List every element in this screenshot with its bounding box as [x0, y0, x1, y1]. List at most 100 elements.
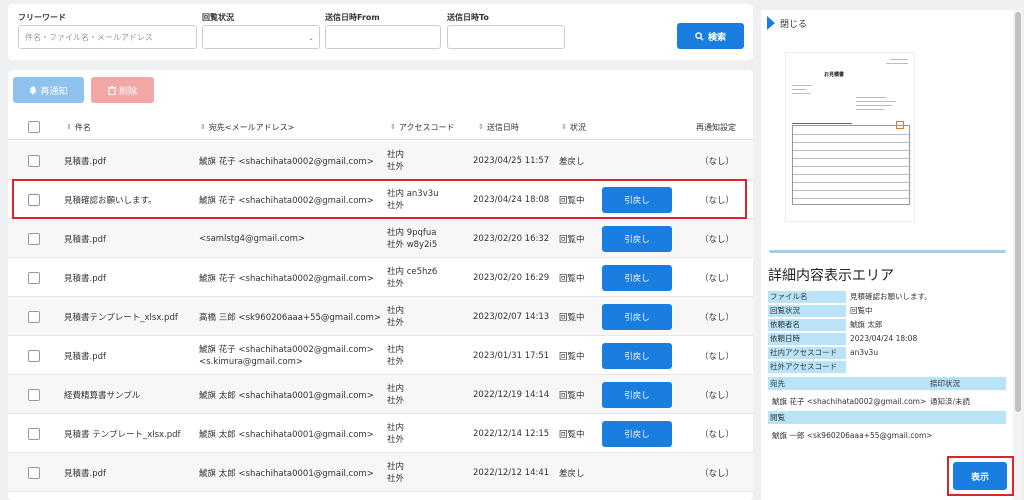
row-checkbox[interactable] [28, 427, 40, 440]
delete-button[interactable]: 削除 [91, 77, 154, 103]
close-button[interactable]: 閉じる [767, 16, 807, 30]
detail-key: 社外アクセスコード [768, 361, 846, 373]
document-preview[interactable]: お見積書 [785, 52, 915, 222]
scrollbar-thumb[interactable] [1015, 12, 1021, 412]
code-internal: 社内 9pqfua [387, 227, 437, 238]
col-status[interactable]: ⇕ 状況 [561, 114, 586, 140]
detail-value: 回覧中 [850, 306, 873, 315]
sent-at-cell: 2022/12/12 14:41 [473, 467, 550, 478]
table-row[interactable]: 経費精算書サンプル 鯱旗 太郎 <shachihata0001@gmail.com… [8, 375, 753, 414]
col-recipient[interactable]: ⇕ 宛先<メールアドレス> [200, 114, 294, 140]
recipient-cell: 鯱旗 花子 <shachihata0002@gmail.com> [199, 258, 374, 297]
pullback-button[interactable]: 引戻し [602, 342, 672, 369]
detail-row: 回覧状況 回覧中 [768, 305, 1006, 317]
table-row[interactable]: 見積書.pdf 鯱旗 花子 <shachihata0002@gmail.com> <… [8, 336, 753, 375]
recipient-text: 高橋 三郎 <sk960206aaa+55@gmail.com> [199, 312, 381, 323]
detail-key: 社内アクセスコード [768, 347, 846, 359]
pullback-button[interactable]: 引戻し [602, 264, 672, 291]
detail-value: 2023/04/24 18:08 [850, 334, 918, 343]
dest-header: 宛先 捺印状況 [768, 377, 1006, 390]
chevron-down-icon: ⌄ [308, 34, 314, 42]
table-row[interactable]: 見積書.pdf 鯱旗 花子 <shachihata0002@gmail.com> 社… [8, 258, 753, 297]
detail-value: an3v3u [850, 348, 879, 357]
table-header: ⇕ 件名 ⇕ 宛先<メールアドレス> ⇕ アクセスコード ⇕ 送信日時 ⇕ 状況 再通知設… [8, 114, 753, 140]
code-external: 社外 [387, 278, 405, 289]
code-external: 社外 [387, 161, 405, 172]
detail-value [846, 361, 850, 373]
from-date-text[interactable] [326, 26, 440, 48]
sent-at-cell: 2023/01/31 17:51 [473, 350, 550, 361]
list-panel: 再通知 削除 ⇕ 件名 ⇕ 宛先<メールアドレス> ⇕ アクセスコード ⇕ 送信日時 ⇕… [8, 70, 753, 500]
subject-cell: 見積書 テンプレート_xlsx.pdf [64, 429, 181, 440]
code-internal: 社内 [387, 383, 405, 394]
select-all-checkbox[interactable] [28, 121, 40, 133]
row-checkbox[interactable] [28, 271, 40, 284]
pullback-button[interactable]: 引戻し [602, 225, 672, 252]
close-label: 閉じる [780, 19, 808, 30]
recipient-cell: 鯱旗 太郎 <shachihata0001@gmail.com> [199, 375, 374, 414]
subject-cell: 見積書.pdf [64, 468, 106, 479]
status-cell: 回覧中 [559, 234, 585, 245]
table-row[interactable]: 見積書.pdf 鯱旗 太郎 <shachihata0001@gmail.com> 社… [8, 453, 753, 492]
status-cell: 回覧中 [559, 273, 585, 284]
to-label: 送信日時To [447, 13, 489, 22]
pullback-button[interactable]: 引戻し [602, 381, 672, 408]
status-cell: 回覧中 [559, 429, 585, 440]
sort-icon: ⇕ [478, 123, 484, 131]
row-checkbox[interactable] [28, 466, 40, 479]
freeword-field[interactable] [18, 25, 197, 49]
recipient-text: 鯱旗 花子 <shachihata0002@gmail.com> [199, 156, 374, 167]
pullback-button[interactable]: 引戻し [602, 303, 672, 330]
row-checkbox[interactable] [28, 310, 40, 323]
row-checkbox[interactable] [28, 349, 40, 362]
search-button[interactable]: 検索 [677, 23, 744, 49]
col-subject[interactable]: ⇕ 件名 [66, 114, 91, 140]
preview-scrollbar[interactable] [769, 250, 1006, 253]
row-checkbox[interactable] [28, 154, 40, 167]
table-row[interactable]: 見積書.pdf 鯱旗 花子 <shachihata0002@gmail.com> 社… [8, 141, 753, 180]
access-code-cell: 社内 社外 [387, 141, 404, 180]
pullback-button[interactable]: 引戻し [602, 420, 672, 447]
bell-icon [29, 86, 37, 95]
detail-row: 社外アクセスコード [768, 361, 1006, 373]
row-checkbox[interactable] [28, 232, 40, 245]
renotify-cell: （なし） [700, 234, 735, 245]
renotify-cell: （なし） [700, 351, 735, 362]
detail-row: 依頼日時 2023/04/24 18:08 [768, 333, 1006, 345]
sort-icon: ⇕ [390, 123, 396, 131]
col-sent-at[interactable]: ⇕ 送信日時 [478, 114, 519, 140]
delete-label: 削除 [118, 86, 137, 97]
recipient-cell: <samlstg4@gmail.com> [199, 219, 305, 258]
freeword-label: フリーワード [18, 13, 66, 22]
subject-cell: 見積書.pdf [64, 234, 106, 245]
code-external: 社外 [387, 473, 405, 484]
table-row[interactable]: 見積書テンプレート_xlsx.pdf 高橋 三郎 <sk960206aaa+55@… [8, 297, 753, 336]
search-panel: フリーワード 回覧状況 ⌄ 送信日時From 送信日時To 検索 [8, 4, 753, 60]
to-date-text[interactable] [448, 26, 564, 48]
detail-key: 回覧状況 [768, 305, 846, 317]
renotify-cell: （なし） [700, 156, 735, 167]
status-select[interactable]: ⌄ [202, 25, 320, 49]
table-row[interactable]: 見積書.pdf <samlstg4@gmail.com> 社内 9pqfua 社外 w… [8, 219, 753, 258]
recipient-text: 鯱旗 太郎 <shachihata0001@gmail.com> [199, 468, 374, 479]
col-access-code[interactable]: ⇕ アクセスコード [390, 114, 454, 140]
status-cell: 差戻し [559, 156, 585, 167]
freeword-input[interactable] [19, 26, 196, 48]
detail-row: 依頼者名 鯱旗 太郎 [768, 319, 1006, 331]
code-internal: 社内 [387, 305, 405, 316]
table-row[interactable]: 見積書 テンプレート_xlsx.pdf 鯱旗 太郎 <shachihata0001… [8, 414, 753, 453]
search-button-label: 検索 [707, 32, 726, 43]
sent-at-cell: 2022/12/19 14:14 [473, 389, 550, 400]
detail-row: 社内アクセスコード an3v3u [768, 347, 1006, 359]
from-date-input[interactable] [325, 25, 441, 49]
renotify-button[interactable]: 再通知 [13, 77, 84, 103]
access-code-cell: 社内 社外 [387, 375, 404, 414]
sent-at-cell: 2022/12/14 12:15 [473, 428, 550, 439]
sort-icon: ⇕ [200, 123, 206, 131]
row-checkbox[interactable] [28, 388, 40, 401]
to-date-input[interactable] [447, 25, 565, 49]
show-button-highlight [947, 456, 1014, 496]
approval-value: 通知済/未読 [930, 397, 971, 406]
status-cell: 回覧中 [559, 390, 585, 401]
recipient-cell: 鯱旗 花子 <shachihata0002@gmail.com> <s.kimur… [199, 336, 374, 375]
